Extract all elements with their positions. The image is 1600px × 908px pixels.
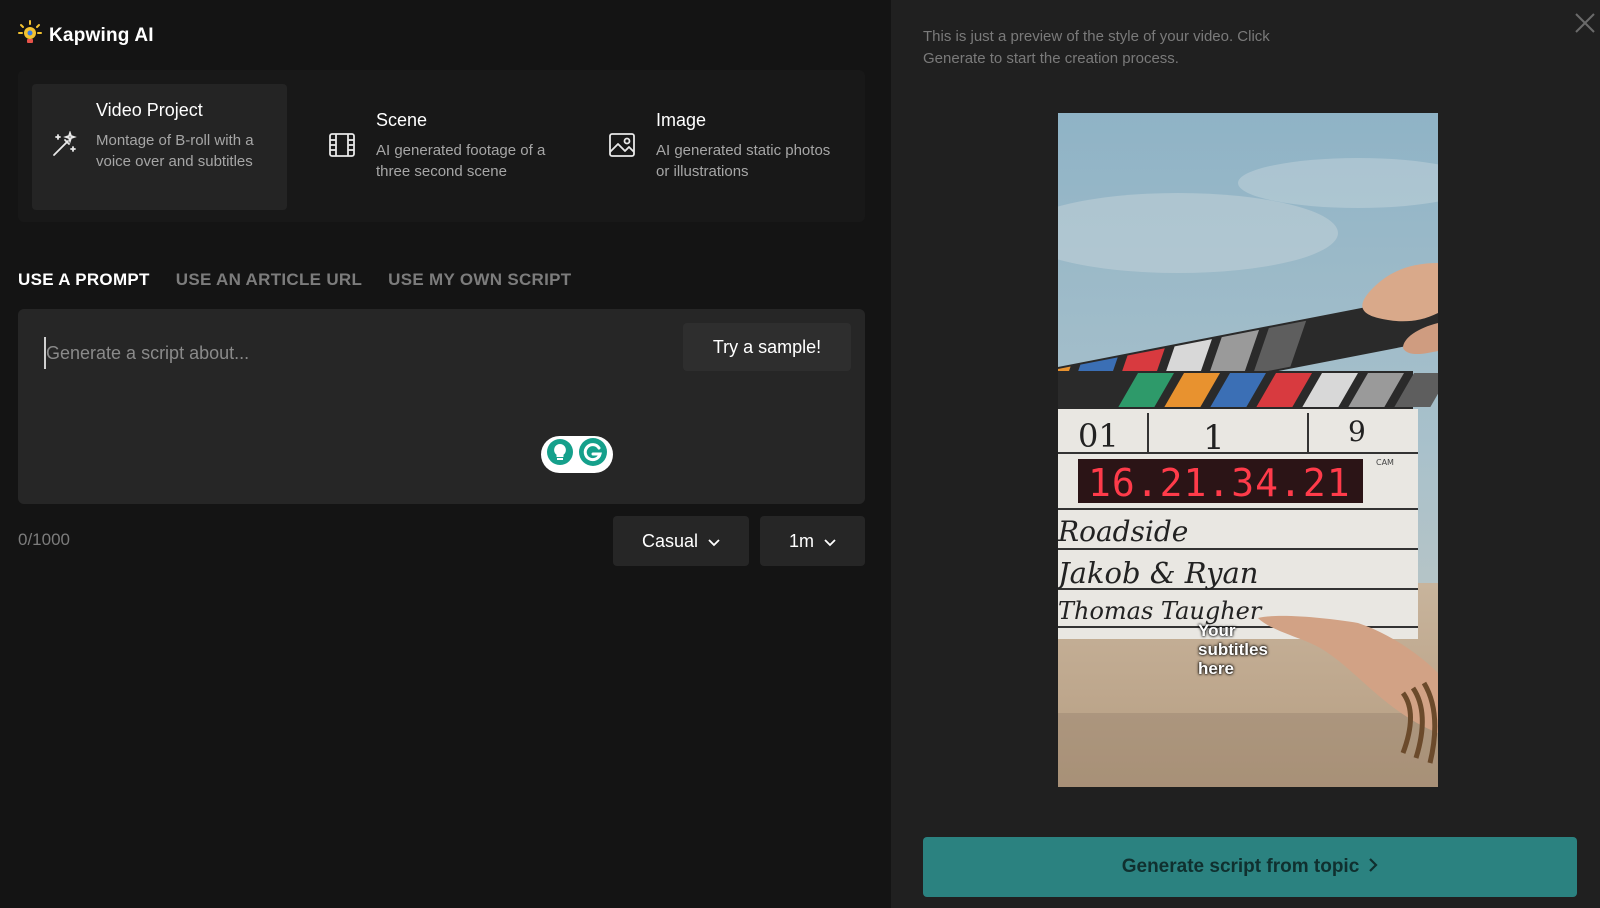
prompt-box: Try a sample! [18,309,865,504]
clapper-roll: 9 [1348,415,1366,448]
subtitle-preview: Your subtitles here [1198,621,1268,678]
close-icon[interactable] [1574,12,1596,39]
clapper-cam-label: CAM [1376,458,1394,467]
chevron-right-icon [1369,856,1378,878]
mode-description: Montage of B-roll with a voice over and … [96,132,254,170]
kapwing-logo-icon [18,20,42,51]
mode-image[interactable]: Image AI generated static photos or illu… [598,84,853,210]
generate-script-button[interactable]: Generate script from topic [923,837,1577,897]
mode-video-project[interactable]: Video Project Montage of B-roll with a v… [32,84,287,210]
chevron-down-icon [824,531,836,552]
mode-title: Video Project [96,100,203,120]
tone-select[interactable]: Casual [613,516,749,566]
tab-use-my-own-script[interactable]: USE MY OWN SCRIPT [388,270,571,290]
tone-select-value: Casual [641,530,699,551]
brand-name: Kapwing AI [49,24,154,46]
image-icon [608,132,636,163]
input-method-tabs: USE A PROMPT USE AN ARTICLE URL USE MY O… [18,270,571,290]
brand: Kapwing AI [18,20,154,51]
character-counter: 0/1000 [18,530,70,549]
grammarly-g-icon [578,437,608,472]
tab-use-a-prompt[interactable]: USE A PROMPT [18,270,150,290]
mode-scene[interactable]: Scene AI generated footage of a three se… [318,84,573,210]
clapper-production: Roadside [1058,515,1188,548]
mode-description: AI generated static photos or illustrati… [656,142,831,180]
grammarly-widget[interactable] [541,436,613,473]
video-preview: 01 1 9 CAM 16.21.34.21 Roadside Jakob & … [1058,113,1438,787]
mode-title: Image [656,110,707,130]
clapper-director: Jakob & Ryan [1058,556,1258,590]
generate-button-label: Generate script from topic [1121,856,1360,877]
preview-note: This is just a preview of the style of y… [923,28,1270,67]
length-select-value: 1m [788,530,814,551]
mode-title: Scene [376,110,428,130]
film-strip-icon [328,132,356,163]
mode-selector: Video Project Montage of B-roll with a v… [18,70,865,222]
mode-description: AI generated footage of a three second s… [376,142,546,180]
prompt-input[interactable] [44,337,648,369]
clapperboard-illustration: 01 1 9 CAM 16.21.34.21 Roadside Jakob & … [1058,113,1438,787]
lightbulb-icon [546,438,574,471]
chevron-down-icon [708,531,720,552]
clapper-scene: 01 [1078,417,1119,455]
clapper-take: 1 [1203,418,1225,458]
length-select[interactable]: 1m [760,516,865,566]
magic-wand-icon [50,130,78,164]
try-sample-button[interactable]: Try a sample! [683,323,851,371]
clapper-timecode: 16.21.34.21 [1088,461,1351,505]
left-panel: Kapwing AI Video Project Montage of B-ro… [0,0,891,908]
tab-use-an-article-url[interactable]: USE AN ARTICLE URL [176,270,362,290]
